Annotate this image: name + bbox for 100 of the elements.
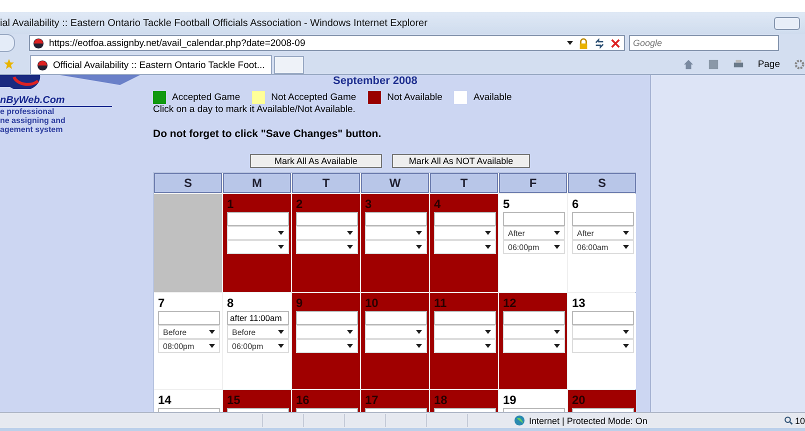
time-select[interactable]: 06:00pm	[503, 240, 565, 254]
day-number: 12	[503, 296, 518, 311]
condition-select[interactable]	[434, 325, 496, 339]
note-field[interactable]	[434, 212, 496, 226]
time-select[interactable]	[296, 339, 358, 353]
mark-all-button[interactable]: Mark All As NOT Available	[392, 154, 530, 168]
time-select[interactable]: 08:00pm	[158, 339, 220, 353]
home-icon[interactable]	[682, 58, 694, 70]
day-cell[interactable]: 6 After 06:00am	[568, 194, 636, 292]
note-field[interactable]	[434, 311, 496, 325]
condition-select[interactable]	[365, 226, 427, 240]
caret-icon	[347, 245, 353, 249]
globe-icon	[514, 415, 525, 426]
caret-icon	[485, 330, 491, 334]
weekday-header: M	[223, 173, 291, 193]
time-select[interactable]	[365, 240, 427, 254]
mark-all-button[interactable]: Mark All As Available	[250, 154, 382, 168]
day-number: 3	[365, 197, 373, 212]
time-select[interactable]	[572, 339, 634, 353]
time-select[interactable]	[227, 240, 289, 254]
day-cell[interactable]: 8 after 11:00am Before 06:00pm	[223, 293, 291, 389]
day-number: 6	[572, 197, 580, 212]
day-cell[interactable]: 7 Before 08:00pm	[154, 293, 222, 389]
condition-select[interactable]	[296, 226, 358, 240]
caret-icon	[485, 231, 491, 235]
time-select[interactable]	[434, 240, 496, 254]
browser-tab[interactable]: Official Availability :: Eastern Ontario Tackle Foot...	[30, 55, 272, 74]
day-number: 15	[227, 393, 242, 408]
day-number: 14	[158, 393, 172, 408]
condition-select[interactable]	[434, 226, 496, 240]
note-field[interactable]	[227, 212, 289, 226]
gear-icon[interactable]	[794, 58, 805, 70]
condition-select[interactable]: Before	[158, 325, 220, 339]
day-number: 17	[365, 393, 380, 408]
day-number: 4	[434, 197, 442, 212]
address-field[interactable]: https://eotfoa.assignby.net/avail_calendar.php?date=2008-09	[29, 35, 625, 51]
note-field[interactable]	[572, 212, 634, 226]
minimize-button[interactable]	[774, 16, 800, 30]
legend-label: Not Accepted Game	[271, 92, 356, 102]
note-field[interactable]	[503, 212, 565, 226]
zoom-icon[interactable]	[784, 416, 793, 425]
refresh-icon[interactable]	[594, 38, 605, 48]
day-number: 7	[158, 296, 166, 311]
note-field[interactable]	[296, 311, 358, 325]
caret-icon	[623, 231, 629, 235]
time-select[interactable]: 06:00pm	[227, 339, 289, 353]
day-cell[interactable]: 5 After 06:00pm	[499, 194, 567, 292]
note-field[interactable]: after 11:00am	[227, 311, 289, 325]
lock-icon[interactable]	[578, 38, 589, 48]
dropdown-icon[interactable]	[567, 41, 573, 45]
caret-icon	[485, 344, 491, 348]
star-icon[interactable]	[4, 59, 14, 69]
note-field[interactable]	[572, 311, 634, 325]
caret-icon	[209, 344, 215, 348]
printer-icon[interactable]	[732, 58, 744, 70]
day-number: 11	[434, 296, 448, 311]
condition-select[interactable]	[503, 325, 565, 339]
caret-icon	[554, 330, 560, 334]
caret-icon	[485, 245, 491, 249]
condition-select[interactable]	[365, 325, 427, 339]
caret-icon	[554, 344, 560, 348]
day-cell[interactable]: 19	[499, 390, 567, 412]
back-button[interactable]	[0, 34, 15, 52]
day-number: 1	[227, 197, 235, 212]
time-select[interactable]	[365, 339, 427, 353]
note-field[interactable]	[158, 311, 220, 325]
caret-icon	[278, 344, 284, 348]
weekday-header: S	[154, 173, 222, 193]
reminder-text: Do not forget to click "Save Changes" button.	[153, 128, 382, 142]
note-field[interactable]	[503, 311, 565, 325]
month-heading: September 2008	[333, 75, 418, 88]
note-field[interactable]	[365, 311, 427, 325]
page-menu[interactable]: Page	[758, 58, 780, 70]
time-select[interactable]: 06:00am	[572, 240, 634, 254]
stop-icon[interactable]	[610, 38, 621, 48]
note-field[interactable]	[365, 212, 427, 226]
condition-select[interactable]	[227, 226, 289, 240]
time-select[interactable]	[503, 339, 565, 353]
site-icon	[37, 60, 48, 70]
new-tab-button[interactable]	[274, 56, 304, 74]
condition-select[interactable]: After	[503, 226, 565, 240]
condition-select[interactable]	[572, 325, 634, 339]
condition-select[interactable]: Before	[227, 325, 289, 339]
logo-swoosh-icon	[0, 75, 140, 89]
time-select[interactable]	[296, 240, 358, 254]
search-field[interactable]: Google	[629, 35, 779, 51]
legend-label: Not Available	[387, 92, 442, 102]
zoom-level[interactable]: 10	[795, 416, 805, 426]
condition-select[interactable]	[296, 325, 358, 339]
day-cell[interactable]: 13	[568, 293, 636, 389]
note-field[interactable]	[296, 212, 358, 226]
time-select[interactable]	[434, 339, 496, 353]
condition-select[interactable]: After	[572, 226, 634, 240]
caret-icon	[416, 231, 422, 235]
weekday-header: S	[568, 173, 636, 193]
weekday-header: T	[292, 173, 360, 193]
tab-label: Official Availability :: Eastern Ontario Tackle Foot...	[53, 60, 265, 70]
day-cell[interactable]: 14	[154, 390, 222, 412]
feed-icon[interactable]	[708, 58, 719, 70]
caret-icon	[347, 344, 353, 348]
